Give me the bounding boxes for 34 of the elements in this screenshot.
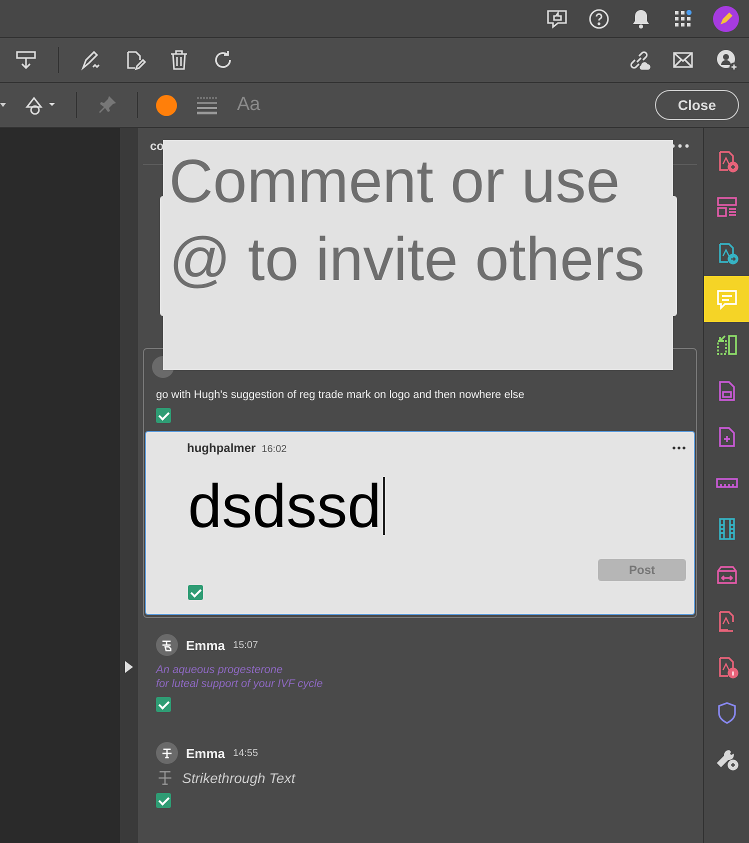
timestamp: 16:02: [262, 444, 287, 455]
author-name: Emma: [186, 746, 226, 760]
reply-editor[interactable]: hughpalmer 16:02 dsdssd Post: [145, 431, 695, 615]
panel-title: co: [150, 139, 164, 153]
add-user-icon[interactable]: [715, 48, 739, 72]
scan-icon[interactable]: [714, 563, 738, 587]
checkbox[interactable]: [156, 408, 171, 423]
timestamp: 14:55: [233, 748, 258, 758]
strikethrough-icon: [156, 769, 174, 787]
reply-input-field[interactable]: dsdssd: [146, 455, 686, 541]
layout-icon[interactable]: [714, 195, 738, 219]
compare-icon[interactable]: [714, 333, 738, 357]
comment-avatar-icon: [152, 356, 174, 378]
author-name: Emma: [186, 638, 226, 652]
author-name: hughpalmer: [187, 441, 256, 455]
checkbox[interactable]: [156, 697, 171, 712]
annotated-text: Strikethrough Text: [182, 770, 296, 786]
checkbox[interactable]: [188, 585, 203, 600]
close-button[interactable]: Close: [654, 90, 739, 120]
strikethrough-icon: [156, 742, 178, 764]
more-options-icon[interactable]: [672, 446, 686, 450]
download-icon[interactable]: [14, 48, 38, 72]
wrench-plus-icon[interactable]: [714, 747, 738, 771]
comment-text: go with Hugh's suggestion of reg trade mark on logo and then nowhere else: [155, 388, 526, 403]
expand-arrow-icon[interactable]: [125, 661, 133, 673]
replace-text-icon: [156, 634, 178, 656]
timestamp: 15:07: [233, 640, 258, 650]
help-icon[interactable]: [587, 6, 611, 30]
checkbox[interactable]: [156, 793, 171, 808]
placeholder-overlay: Comment or use @ to invite others: [163, 140, 673, 370]
color-swatch[interactable]: [156, 94, 177, 116]
avatar-icon[interactable]: [713, 6, 739, 32]
comment-card[interactable]: go with Hugh's suggestion of reg trade mark on logo and then nowhere else hughpalmer 16:02 dsdssd Post: [143, 348, 697, 618]
replacement-text: An aqueous progesterone for luteal support of your IVF cycle: [156, 663, 324, 691]
